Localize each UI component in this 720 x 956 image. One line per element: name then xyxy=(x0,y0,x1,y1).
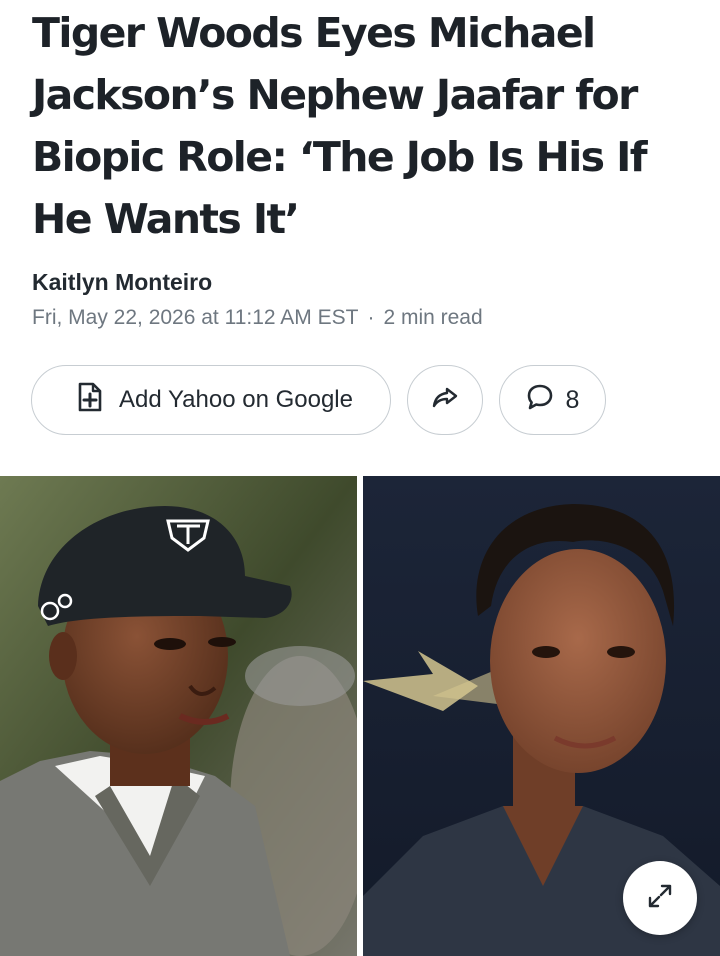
add-yahoo-on-google-button[interactable]: Add Yahoo on Google xyxy=(31,365,391,435)
comment-count: 8 xyxy=(565,385,580,414)
comment-bubble-icon xyxy=(526,383,554,418)
expand-icon xyxy=(647,883,673,914)
add-yahoo-on-google-label: Add Yahoo on Google xyxy=(119,386,353,413)
article-meta: Fri, May 22, 2026 at 11:12 AM EST · 2 min … xyxy=(32,306,483,330)
publish-date: Fri, May 22, 2026 at 11:12 AM EST xyxy=(32,306,359,329)
tiger-woods-photo[interactable] xyxy=(0,476,357,956)
add-document-icon xyxy=(77,382,103,419)
author-name[interactable]: Kaitlyn Monteiro xyxy=(32,269,212,296)
meta-separator: · xyxy=(367,306,375,329)
expand-image-button[interactable] xyxy=(623,861,697,935)
comments-button[interactable]: 8 xyxy=(499,365,606,435)
read-time: 2 min read xyxy=(383,306,483,329)
article-headline: Tiger Woods Eyes Michael Jackson’s Nephe… xyxy=(32,9,648,243)
share-arrow-icon xyxy=(432,386,458,415)
share-button[interactable] xyxy=(407,365,483,435)
